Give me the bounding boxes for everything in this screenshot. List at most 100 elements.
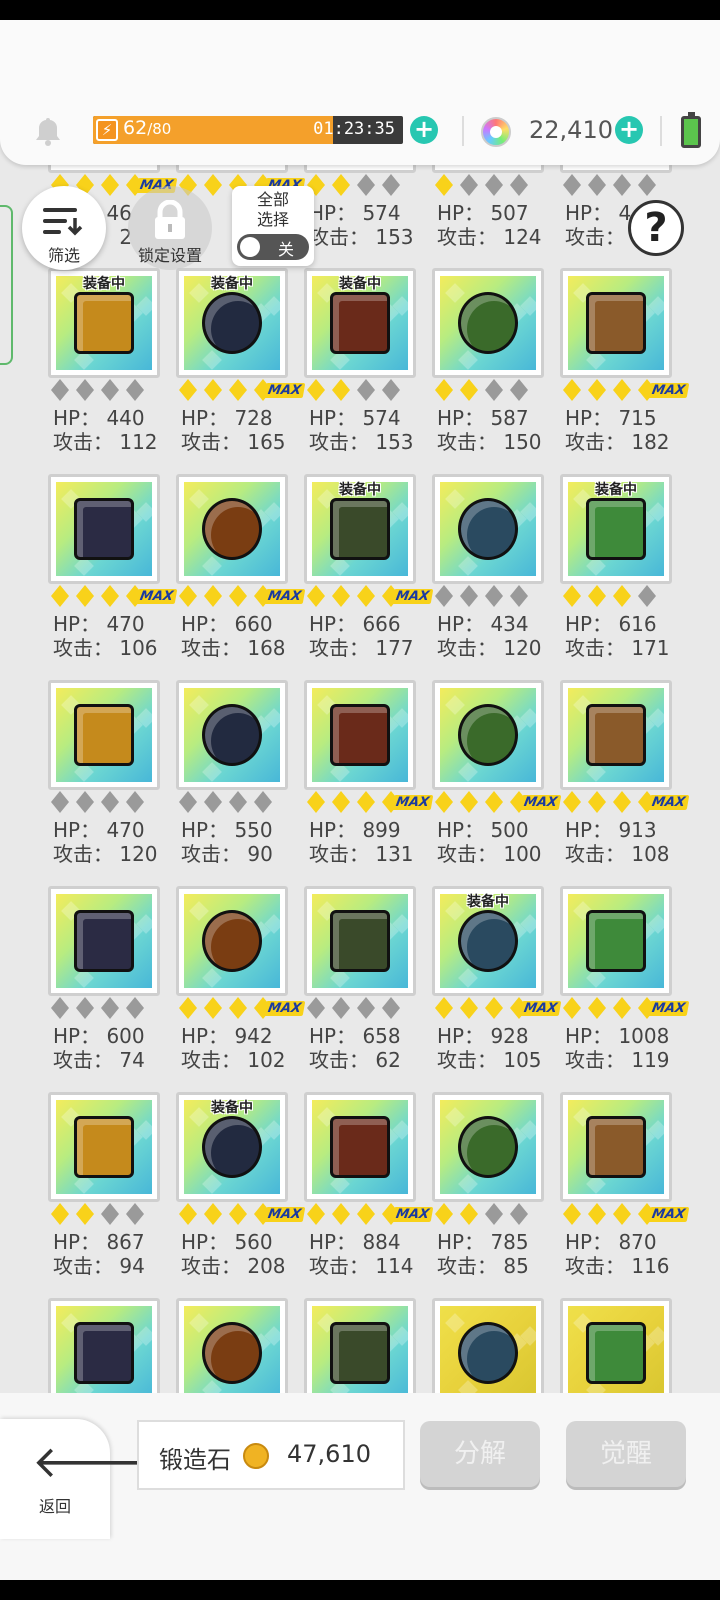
attack-value: 攻击： 94 [53, 1254, 145, 1278]
star-diamond-icon [332, 585, 350, 607]
equipment-card[interactable]: 装备中 [304, 268, 416, 378]
add-gems-button[interactable]: + [615, 116, 643, 144]
attack-value: 攻击： 177 [309, 636, 414, 660]
forge-stone-label: 锻造石 [159, 1446, 231, 1474]
equipment-card[interactable] [48, 1092, 160, 1202]
rifle-icon [202, 1322, 262, 1384]
star-diamond-icon [435, 791, 453, 813]
equipment-card[interactable] [560, 1298, 672, 1395]
select-all-toggle[interactable]: 关 [237, 234, 309, 260]
equipment-card[interactable] [560, 1092, 672, 1202]
attack-value: 攻击： [565, 225, 625, 249]
star-diamond-icon [204, 585, 222, 607]
book-sun-icon [74, 498, 134, 560]
blue-potion-icon [330, 910, 390, 972]
hp-value: HP： 560 [181, 1230, 273, 1254]
back-button[interactable]: 🡐 返回 [0, 1419, 150, 1539]
equipment-card[interactable]: 装备中 [48, 268, 160, 378]
star-diamond-icon [101, 174, 119, 196]
equipment-card[interactable]: 装备中 [304, 474, 416, 584]
lock-settings-button[interactable]: 锁定设置 [128, 186, 212, 270]
hp-value: HP： 574 [309, 201, 401, 225]
equipment-card[interactable] [432, 1092, 544, 1202]
equipped-badge: 装备中 [211, 276, 253, 292]
hp-value: HP： 470 [53, 612, 145, 636]
equipment-card[interactable] [176, 886, 288, 996]
star-diamond-icon [357, 585, 375, 607]
help-button[interactable]: ? [628, 200, 684, 256]
equipment-card[interactable] [560, 886, 672, 996]
equipment-card[interactable] [48, 680, 160, 790]
star-diamond-icon [382, 379, 400, 401]
sparkle [189, 695, 209, 715]
star-diamond-icon [460, 379, 478, 401]
star-diamond-icon [588, 585, 606, 607]
add-energy-button[interactable]: + [410, 116, 438, 144]
side-drawer-handle[interactable] [0, 205, 13, 365]
equipment-card[interactable]: 装备中 [432, 886, 544, 996]
pickaxe-icon [202, 498, 262, 560]
awaken-button[interactable]: 觉醒 [566, 1421, 686, 1487]
star-diamond-icon [229, 379, 247, 401]
equipment-art [440, 688, 536, 782]
attack-value: 攻击： 168 [181, 636, 286, 660]
equipment-grid[interactable]: MAXHP： 46攻击： 2MAXHP： 574攻击： 153HP： 507攻击… [0, 0, 720, 1395]
sniper-icon [330, 1322, 390, 1384]
attack-value: 攻击： 102 [181, 1048, 286, 1072]
star-rating: MAX [435, 791, 562, 813]
star-diamond-icon [51, 1203, 69, 1225]
equipment-card[interactable] [48, 886, 160, 996]
sparkle [458, 968, 478, 988]
equipment-card[interactable] [560, 268, 672, 378]
star-diamond-icon [357, 379, 375, 401]
equipment-card[interactable] [48, 1298, 160, 1395]
star-diamond-icon [101, 585, 119, 607]
sparkle [202, 556, 222, 576]
sparkle [202, 762, 222, 782]
star-diamond-icon [101, 1203, 119, 1225]
equipment-card[interactable] [304, 1298, 416, 1395]
equipment-card[interactable] [176, 680, 288, 790]
equipment-card[interactable] [304, 886, 416, 996]
filter-button[interactable]: 筛选 [22, 186, 106, 270]
equipment-card[interactable] [432, 1298, 544, 1395]
star-diamond-icon [126, 379, 144, 401]
bracelet-icon [586, 1116, 646, 1178]
star-rating [51, 791, 151, 813]
sparkle [189, 489, 209, 509]
sparkle [202, 350, 222, 370]
equipment-card[interactable] [432, 474, 544, 584]
hp-value: HP： 899 [309, 818, 401, 842]
star-diamond-icon [126, 997, 144, 1019]
hp-value: HP： 884 [309, 1230, 401, 1254]
equipment-card[interactable] [176, 474, 288, 584]
decompose-button[interactable]: 分解 [420, 1421, 540, 1487]
equipment-card[interactable] [176, 1298, 288, 1395]
equipment-art [184, 1306, 280, 1395]
attack-value: 攻击： 120 [437, 636, 542, 660]
equipment-art [184, 894, 280, 988]
equipment-card[interactable]: 装备中 [176, 1092, 288, 1202]
equipment-card[interactable] [304, 680, 416, 790]
max-badge: MAX [647, 794, 690, 810]
star-rating [435, 1203, 535, 1225]
equipment-card[interactable]: 装备中 [176, 268, 288, 378]
equipment-card[interactable] [304, 1092, 416, 1202]
equipment-art [56, 1100, 152, 1194]
attack-value: 攻击： 120 [53, 842, 158, 866]
equipment-card[interactable] [432, 268, 544, 378]
star-rating: MAX [307, 791, 434, 813]
equipment-card[interactable] [432, 680, 544, 790]
equipment-art [184, 688, 280, 782]
sparkle [202, 968, 222, 988]
equipment-card[interactable]: 装备中 [560, 474, 672, 584]
star-diamond-icon [435, 1203, 453, 1225]
star-diamond-icon [204, 997, 222, 1019]
equipment-card[interactable] [48, 474, 160, 584]
hp-value: HP： 440 [53, 406, 145, 430]
star-diamond-icon [204, 174, 222, 196]
bell-icon[interactable] [34, 116, 62, 146]
star-rating [435, 585, 535, 607]
energy-count: 62/80 [123, 117, 172, 139]
equipment-card[interactable] [560, 680, 672, 790]
